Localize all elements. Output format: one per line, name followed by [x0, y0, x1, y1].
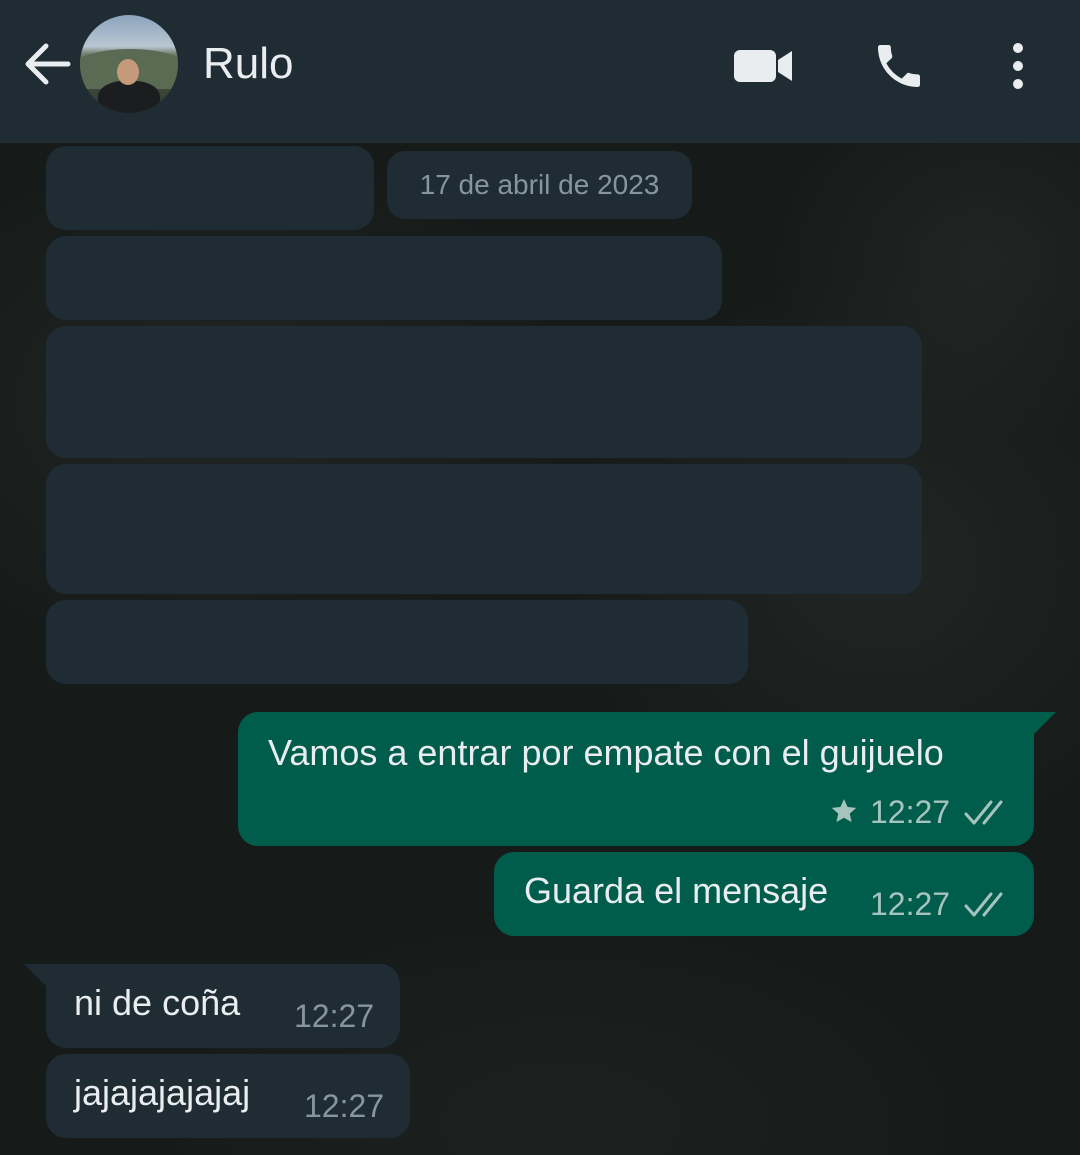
message-text: Vamos a entrar por empate con el guijuel…	[268, 732, 944, 773]
voice-call-button[interactable]	[870, 38, 928, 94]
bubble-tail	[24, 964, 46, 986]
contact-name[interactable]: Rulo	[203, 38, 294, 90]
outgoing-message[interactable]: Vamos a entrar por empate con el guijuel…	[238, 712, 1034, 846]
back-button[interactable]	[20, 38, 72, 90]
video-call-icon	[734, 50, 792, 82]
double-check-icon	[964, 800, 1003, 825]
message-text: jajajajajajaj	[74, 1072, 251, 1113]
redacted-message	[46, 464, 922, 594]
more-options-button[interactable]	[1004, 38, 1032, 94]
message-text: ni de coña	[74, 982, 241, 1023]
incoming-message[interactable]: jajajajajajaj 12:27	[46, 1054, 410, 1138]
message-time: 12:27	[294, 998, 375, 1034]
message-time: 12:27	[870, 794, 951, 830]
date-chip: 17 de abril de 2023	[387, 151, 692, 219]
redacted-message	[46, 146, 374, 230]
redacted-message	[46, 236, 722, 320]
more-options-icon	[1013, 43, 1023, 89]
message-time: 12:27	[870, 886, 951, 922]
redacted-message	[46, 600, 748, 684]
avatar[interactable]	[80, 15, 178, 113]
phone-icon	[878, 45, 920, 87]
double-check-icon	[964, 892, 1003, 917]
video-call-button[interactable]	[732, 44, 794, 88]
redacted-message	[46, 326, 922, 458]
outgoing-message[interactable]: Guarda el mensaje 12:27	[494, 852, 1034, 936]
back-arrow-icon	[25, 43, 71, 85]
star-icon	[831, 799, 857, 823]
bubble-tail	[1034, 712, 1056, 734]
incoming-message[interactable]: ni de coña 12:27	[46, 964, 400, 1048]
message-time: 12:27	[304, 1088, 385, 1124]
chat-header: Rulo	[0, 0, 1080, 143]
message-text: Guarda el mensaje	[524, 870, 829, 911]
